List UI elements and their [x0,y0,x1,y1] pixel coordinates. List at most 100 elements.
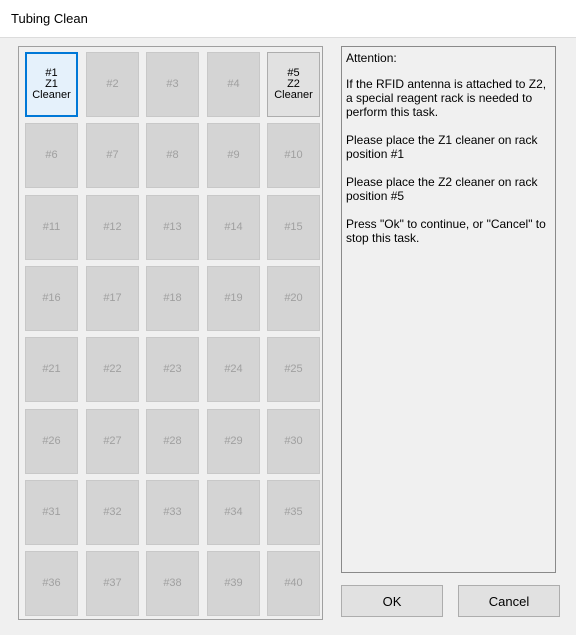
rack-slot-11[interactable]: #11 [25,195,78,260]
rack-slot-label-line: #22 [103,363,122,375]
rack-slot-35[interactable]: #35 [267,480,320,545]
instructions-box: Attention: If the RFID antenna is attach… [341,46,556,573]
rack-slot-label: #22 [103,364,121,375]
cancel-button[interactable]: Cancel [458,585,560,617]
ok-button[interactable]: OK [341,585,443,617]
instructions-paragraph: Please place the Z2 cleaner on rack posi… [346,175,538,203]
rack-slot-10[interactable]: #10 [267,123,320,188]
rack-slot-label: #9 [227,150,239,161]
rack-slot-label-line: #23 [163,363,182,375]
rack-slot-label-line: #16 [42,292,61,304]
instructions-paragraph: If the RFID antenna is attached to Z2, a… [346,77,547,119]
rack-slot-36[interactable]: #36 [25,551,78,616]
rack-slot-label-line: #33 [163,506,182,518]
rack-grid-panel: #1 Z1 Cleaner #2 #3 #4 #5 Z2 Cleaner #6 #7 #8 #9 #10 #… [18,46,323,620]
rack-slot-label-line: #7 [106,149,119,161]
rack-slot-16[interactable]: #16 [25,266,78,331]
rack-slot-38[interactable]: #38 [146,551,199,616]
rack-slot-label: #38 [163,578,181,589]
rack-slot-5[interactable]: #5 Z2 Cleaner [267,52,320,117]
rack-slot-label: #8 [166,150,178,161]
rack-slot-label: #28 [163,436,181,447]
rack-slot-19[interactable]: #19 [207,266,260,331]
rack-slot-33[interactable]: #33 [146,480,199,545]
rack-slot-label-line: #30 [284,435,303,447]
rack-slot-label-line: #17 [103,292,122,304]
rack-slot-20[interactable]: #20 [267,266,320,331]
rack-slot-27[interactable]: #27 [86,409,139,474]
rack-slot-label-line: #13 [163,221,182,233]
rack-slot-label: #40 [284,578,302,589]
rack-slot-39[interactable]: #39 [207,551,260,616]
rack-slot-15[interactable]: #15 [267,195,320,260]
rack-slot-37[interactable]: #37 [86,551,139,616]
rack-slot-label: #16 [42,293,60,304]
rack-slot-label-line: #36 [42,577,61,589]
rack-slot-26[interactable]: #26 [25,409,78,474]
rack-slot-label: #18 [163,293,181,304]
rack-slot-6[interactable]: #6 [25,123,78,188]
rack-slot-label: #29 [224,436,242,447]
rack-slot-40[interactable]: #40 [267,551,320,616]
rack-slot-label: #1 Z1 Cleaner [32,68,71,101]
rack-slot-3[interactable]: #3 [146,52,199,117]
rack-slot-label-line: #11 [42,221,61,233]
rack-slot-label-line: #2 [106,78,119,90]
rack-slot-label: #26 [42,436,60,447]
rack-slot-label: #5 Z2 Cleaner [274,68,313,101]
rack-slot-label-line: #19 [224,292,243,304]
rack-slot-14[interactable]: #14 [207,195,260,260]
rack-slot-label-line: #34 [224,506,243,518]
rack-slot-label-line: #9 [227,149,240,161]
rack-slot-8[interactable]: #8 [146,123,199,188]
rack-slot-24[interactable]: #24 [207,337,260,402]
instructions-heading: Attention: [346,51,397,65]
rack-slot-label-line: #3 [166,78,179,90]
rack-slot-32[interactable]: #32 [86,480,139,545]
rack-slot-31[interactable]: #31 [25,480,78,545]
rack-slot-34[interactable]: #34 [207,480,260,545]
rack-slot-label: #4 [227,79,239,90]
rack-slot-label: #34 [224,507,242,518]
rack-slot-7[interactable]: #7 [86,123,139,188]
rack-slot-label: #21 [42,364,60,375]
rack-slot-18[interactable]: #18 [146,266,199,331]
rack-slot-label-line: #14 [224,221,243,233]
rack-slot-label: #31 [42,507,60,518]
rack-slot-label-line: #35 [284,506,303,518]
rack-slot-29[interactable]: #29 [207,409,260,474]
rack-slot-1[interactable]: #1 Z1 Cleaner [25,52,78,117]
rack-slot-13[interactable]: #13 [146,195,199,260]
rack-slot-label: #25 [284,364,302,375]
rack-slot-label: #13 [163,222,181,233]
rack-slot-label-line: #31 [42,506,61,518]
rack-slot-22[interactable]: #22 [86,337,139,402]
rack-slot-17[interactable]: #17 [86,266,139,331]
rack-slot-28[interactable]: #28 [146,409,199,474]
rack-slot-label: #33 [163,507,181,518]
rack-slot-label-line: #20 [284,292,303,304]
rack-slot-label: #14 [224,222,242,233]
rack-slot-25[interactable]: #25 [267,337,320,402]
rack-slot-label-line: #10 [284,149,303,161]
rack-slot-2[interactable]: #2 [86,52,139,117]
rack-slot-label-line: #21 [42,363,61,375]
rack-slot-label-line: #8 [166,149,179,161]
rack-slot-23[interactable]: #23 [146,337,199,402]
rack-slot-label-line: #6 [45,149,58,161]
rack-slot-label-line: #24 [224,363,243,375]
rack-slot-4[interactable]: #4 [207,52,260,117]
rack-slot-label: #30 [284,436,302,447]
rack-slot-21[interactable]: #21 [25,337,78,402]
rack-slot-30[interactable]: #30 [267,409,320,474]
rack-slot-label: #20 [284,293,302,304]
rack-slot-label-line: #18 [163,292,182,304]
rack-slot-9[interactable]: #9 [207,123,260,188]
window-title: Tubing Clean [11,11,88,26]
instructions-paragraph: Please place the Z1 cleaner on rack posi… [346,133,538,161]
rack-slot-label: #6 [45,150,57,161]
rack-slot-label: #37 [103,578,121,589]
rack-slot-12[interactable]: #12 [86,195,139,260]
instructions-paragraph: Press "Ok" to continue, or "Cancel" to s… [346,217,546,245]
rack-slot-label: #36 [42,578,60,589]
